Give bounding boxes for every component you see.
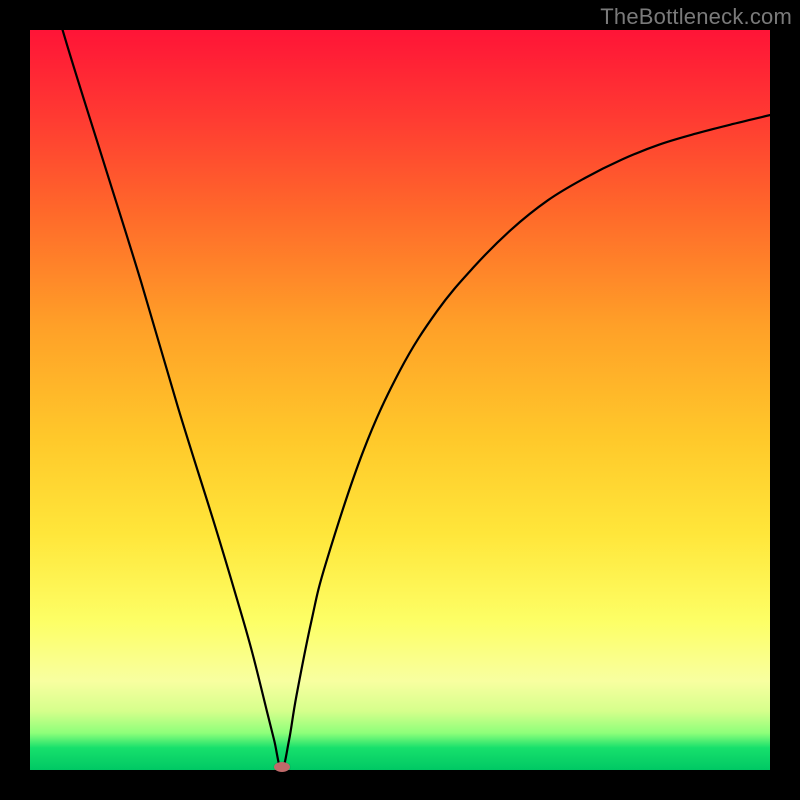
- chart-frame: TheBottleneck.com: [0, 0, 800, 800]
- plot-area: [30, 30, 770, 770]
- bottleneck-curve: [30, 30, 770, 770]
- minimum-marker: [274, 762, 290, 772]
- watermark-text: TheBottleneck.com: [600, 4, 792, 30]
